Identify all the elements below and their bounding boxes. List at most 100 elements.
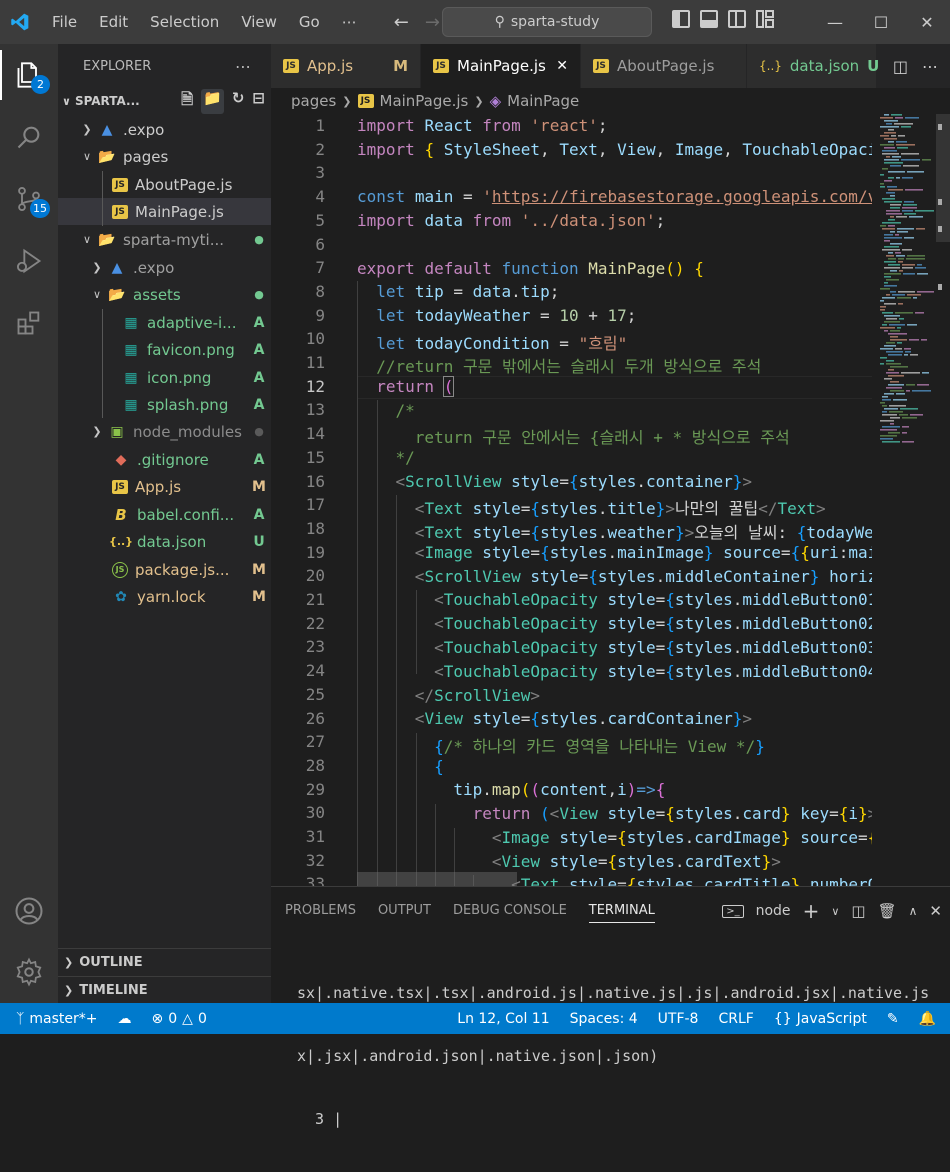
back-arrow-icon[interactable]: ← <box>394 12 409 33</box>
outline-section[interactable]: ❯ OUTLINE <box>58 948 271 976</box>
line-number: 19 <box>305 542 325 562</box>
status-branch[interactable]: ᛉ master*+ <box>0 1011 108 1027</box>
tab-app-js[interactable]: JS App.js M <box>271 44 421 88</box>
menu-file[interactable]: File <box>40 13 88 31</box>
tab-problems[interactable]: PROBLEMS <box>285 903 356 918</box>
menu-view[interactable]: View <box>230 13 288 31</box>
maximize-panel-icon[interactable]: ∧ <box>909 904 918 918</box>
node-folder-icon: ▣ <box>110 423 124 440</box>
tree-item-pages[interactable]: ∨ 📂 pages <box>58 143 271 170</box>
terminal-output[interactable]: sx|.native.tsx|.tsx|.android.js|.native.… <box>297 941 929 1172</box>
accounts-activity[interactable] <box>0 880 58 942</box>
collapse-all-icon[interactable]: ⊟ <box>252 89 265 114</box>
toggle-primary-sidebar-icon[interactable] <box>672 10 690 28</box>
status-feedback[interactable]: ✎ <box>877 1011 909 1027</box>
tree-item-babel-config[interactable]: B babel.confi... A <box>58 501 271 528</box>
status-eol[interactable]: CRLF <box>708 1011 763 1027</box>
status-problems[interactable]: ⊗ 0 △ 0 <box>142 1011 217 1027</box>
close-panel-icon[interactable]: ✕ <box>929 902 942 920</box>
refresh-icon[interactable]: ↻ <box>232 89 245 114</box>
close-tab-icon[interactable]: ✕ <box>556 58 568 74</box>
line-number: 17 <box>305 495 325 515</box>
explorer-more-button[interactable]: ⋯ <box>235 57 251 76</box>
tab-data-json[interactable]: {..} data.json U <box>747 44 879 88</box>
forward-arrow-icon[interactable]: → <box>425 12 440 33</box>
tab-aboutpage-js[interactable]: JS AboutPage.js <box>581 44 747 88</box>
split-terminal-icon[interactable]: ◫ <box>851 902 865 920</box>
source-control-activity[interactable]: 15 <box>0 168 58 230</box>
terminal-name[interactable]: node <box>756 903 791 919</box>
tree-item-mainpage[interactable]: JS MainPage.js <box>58 198 271 225</box>
tab-output[interactable]: OUTPUT <box>378 903 431 918</box>
line-number: 14 <box>305 424 325 444</box>
split-editor-icon[interactable]: ◫ <box>893 57 908 76</box>
code-editor[interactable]: 1 2 3 4 5 6 7 8 9 10 11 12 13 14 15 16 17 18 19 20 21 22 23 24 2… <box>271 114 872 886</box>
breadcrumb-file[interactable]: MainPage.js <box>380 92 469 110</box>
tree-item-adaptive-icon[interactable]: ▦ adaptive-i... A <box>58 309 271 336</box>
manage-activity[interactable] <box>0 941 58 1003</box>
menu-go[interactable]: Go <box>288 13 331 31</box>
tree-item-icon[interactable]: ▦ icon.png A <box>58 364 271 391</box>
explorer-badge: 2 <box>31 75 50 94</box>
tree-item-favicon[interactable]: ▦ favicon.png A <box>58 336 271 363</box>
chevron-right-icon: ❯ <box>64 984 74 997</box>
line-number: 13 <box>305 400 325 420</box>
timeline-section[interactable]: ❯ TIMELINE <box>58 976 271 1004</box>
minimize-icon[interactable]: — <box>812 0 858 44</box>
extensions-activity[interactable] <box>0 292 58 354</box>
menu-selection[interactable]: Selection <box>139 13 230 31</box>
tree-item-expo-2[interactable]: ❯ ▲ .expo <box>58 254 271 281</box>
new-file-icon[interactable]: 🗎 <box>181 89 193 114</box>
breadcrumb-symbol[interactable]: MainPage <box>507 92 579 110</box>
code-line: {/* 하나의 카드 영역을 나타내는 View */} <box>434 737 765 756</box>
menu-more[interactable]: ⋯ <box>331 13 368 31</box>
horizontal-scrollbar-thumb[interactable] <box>357 872 517 886</box>
window-controls: — ☐ ✕ <box>812 0 950 44</box>
maximize-icon[interactable]: ☐ <box>858 0 904 44</box>
menu-edit[interactable]: Edit <box>88 13 139 31</box>
chevron-right-icon: ❯ <box>82 123 92 136</box>
new-folder-icon[interactable]: 📁 <box>201 88 224 114</box>
explorer-activity[interactable]: 2 <box>0 44 58 106</box>
tab-debug-console[interactable]: DEBUG CONSOLE <box>453 903 567 918</box>
tree-item-assets[interactable]: ∨ 📂 assets ● <box>58 281 271 308</box>
scroll-marker <box>938 284 942 290</box>
tree-item-appjs[interactable]: JS App.js M <box>58 473 271 500</box>
status-language[interactable]: {} JavaScript <box>764 1011 877 1027</box>
tree-item-aboutpage[interactable]: JS AboutPage.js <box>58 171 271 198</box>
minimap[interactable] <box>872 114 936 886</box>
status-encoding[interactable]: UTF-8 <box>648 1011 709 1027</box>
js-file-icon: JS <box>112 204 128 219</box>
trash-icon[interactable]: 🗑 <box>878 902 897 920</box>
run-debug-activity[interactable] <box>0 230 58 292</box>
tree-item-node-modules[interactable]: ❯ ▣ node_modules ● <box>58 418 271 445</box>
tab-mainpage-js[interactable]: JS MainPage.js ✕ <box>421 44 581 88</box>
tab-actions: ◫ ⋯ <box>880 44 950 88</box>
vertical-scrollbar[interactable] <box>936 114 950 886</box>
close-window-icon[interactable]: ✕ <box>904 0 950 44</box>
toggle-panel-icon[interactable] <box>700 10 718 28</box>
breadcrumb-folder[interactable]: pages <box>291 92 336 110</box>
toggle-secondary-sidebar-icon[interactable] <box>728 10 746 28</box>
customize-layout-icon[interactable] <box>756 10 774 28</box>
code-line: const main = 'https://firebasestorage.go… <box>357 187 872 206</box>
more-actions-icon[interactable]: ⋯ <box>922 57 938 76</box>
tree-item-gitignore[interactable]: ◆ .gitignore A <box>58 446 271 473</box>
project-header[interactable]: ∨ SPARTA... 🗎 📁 ↻ ⊟ <box>58 88 271 114</box>
tree-item-data-json[interactable]: {..} data.json U <box>58 528 271 555</box>
search-activity[interactable] <box>0 106 58 168</box>
status-notifications[interactable]: 🔔 <box>909 1011 950 1027</box>
new-terminal-icon[interactable]: + <box>803 899 820 923</box>
tree-item-expo-1[interactable]: ❯ ▲ .expo <box>58 116 271 143</box>
tree-item-splash[interactable]: ▦ splash.png A <box>58 391 271 418</box>
tree-item-package-json[interactable]: JS package.js... M <box>58 556 271 583</box>
status-sync[interactable]: ☁ <box>108 1011 142 1027</box>
chevron-down-icon[interactable]: ∨ <box>831 905 839 918</box>
tree-item-yarn-lock[interactable]: ✿ yarn.lock M <box>58 583 271 610</box>
status-spaces[interactable]: Spaces: 4 <box>560 1011 648 1027</box>
status-position[interactable]: Ln 12, Col 11 <box>447 1011 559 1027</box>
vertical-scrollbar-thumb[interactable] <box>936 114 950 242</box>
tree-item-sparta-mytip[interactable]: ∨ 📂 sparta-myti... ● <box>58 226 271 253</box>
command-center-search[interactable]: ⚲ sparta-study <box>442 7 652 37</box>
tab-terminal[interactable]: TERMINAL <box>588 903 655 923</box>
